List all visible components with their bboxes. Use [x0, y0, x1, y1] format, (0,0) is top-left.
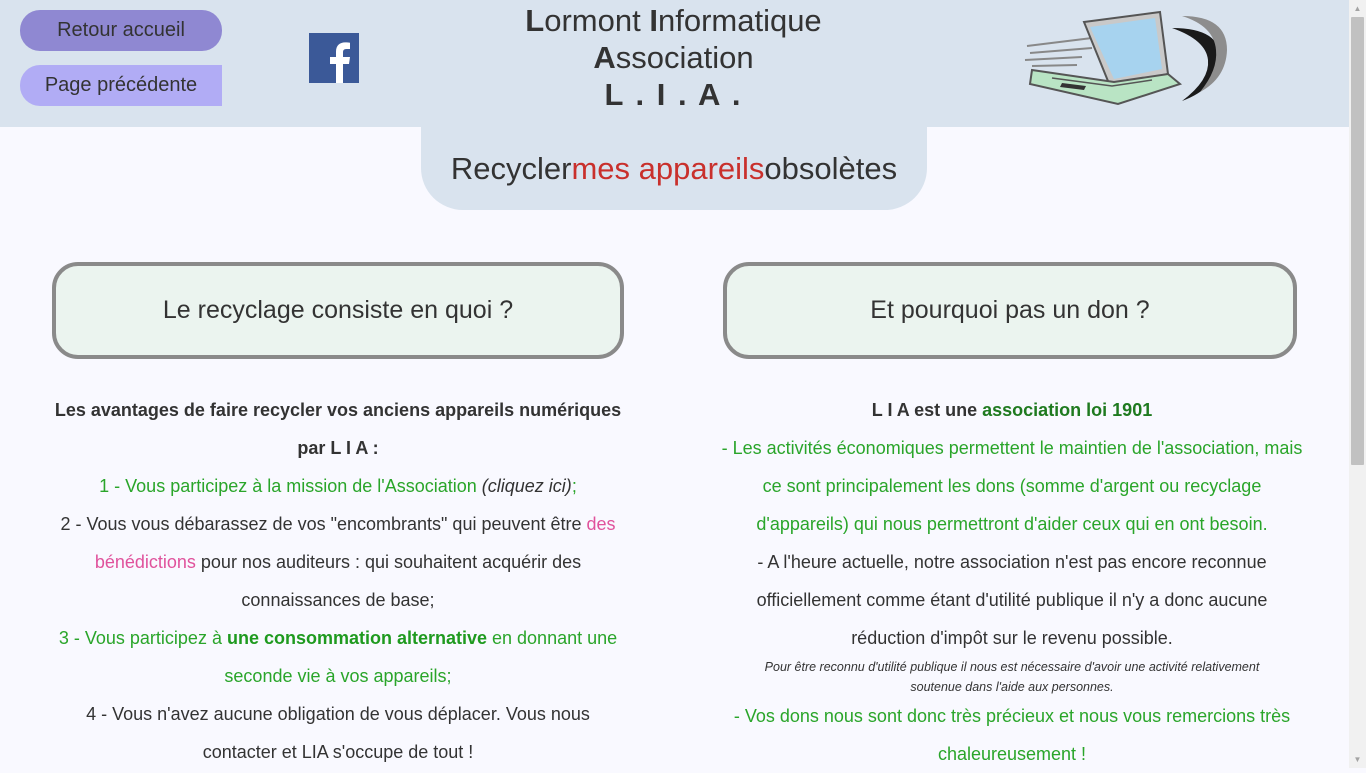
recycling-section-header: Le recyclage consiste en quoi ? — [52, 262, 624, 359]
scrollbar-thumb[interactable] — [1351, 17, 1364, 465]
donation-para-3: - Vos dons nous sont donc très précieux … — [733, 706, 1291, 764]
home-button[interactable]: Retour accueil — [20, 10, 222, 51]
donation-section-header: Et pourquoi pas un don ? — [723, 262, 1297, 359]
brand-acronym: L . I . A . — [604, 77, 743, 112]
page-title-accent: mes appareils — [571, 150, 765, 186]
benefit-item-1: 1 - Vous participez à la mission de l'As… — [99, 476, 577, 496]
scroll-down-arrow-icon[interactable]: ▼ — [1349, 751, 1366, 768]
donation-note: Pour être reconnu d'utilité publique il … — [764, 660, 1260, 694]
laptop-logo — [1024, 10, 1227, 106]
donation-text: L I A est une association loi 1901 - Les… — [718, 391, 1306, 773]
association-mission-link[interactable]: (cliquez ici) — [482, 476, 572, 496]
recycling-benefits-text: Les avantages de faire recycler vos anci… — [52, 391, 624, 771]
donation-intro: L I A est une association loi 1901 — [871, 400, 1153, 420]
benefit-item-4: 4 - Vous n'avez aucune obligation de vou… — [86, 704, 590, 762]
benefit-item-3: 3 - Vous participez à une consommation a… — [58, 628, 618, 686]
facebook-icon[interactable] — [309, 33, 359, 83]
donation-para-1: - Les activités économiques permettent l… — [721, 438, 1303, 534]
vertical-scrollbar[interactable]: ▲ ▼ — [1349, 0, 1366, 768]
donation-para-2: - A l'heure actuelle, notre association … — [756, 552, 1268, 648]
site-header: Retour accueil Page précédente Lormont I… — [0, 0, 1349, 127]
site-brand: Lormont Informatique Association L . I .… — [470, 2, 877, 113]
page-title: Recycler mes appareils obsolètes — [421, 127, 927, 210]
scroll-up-arrow-icon[interactable]: ▲ — [1349, 0, 1366, 17]
previous-page-button[interactable]: Page précédente — [20, 65, 222, 106]
benefits-intro: Les avantages de faire recycler vos anci… — [54, 400, 622, 458]
benefit-item-2: 2 - Vous vous débarassez de vos "encombr… — [60, 514, 616, 610]
